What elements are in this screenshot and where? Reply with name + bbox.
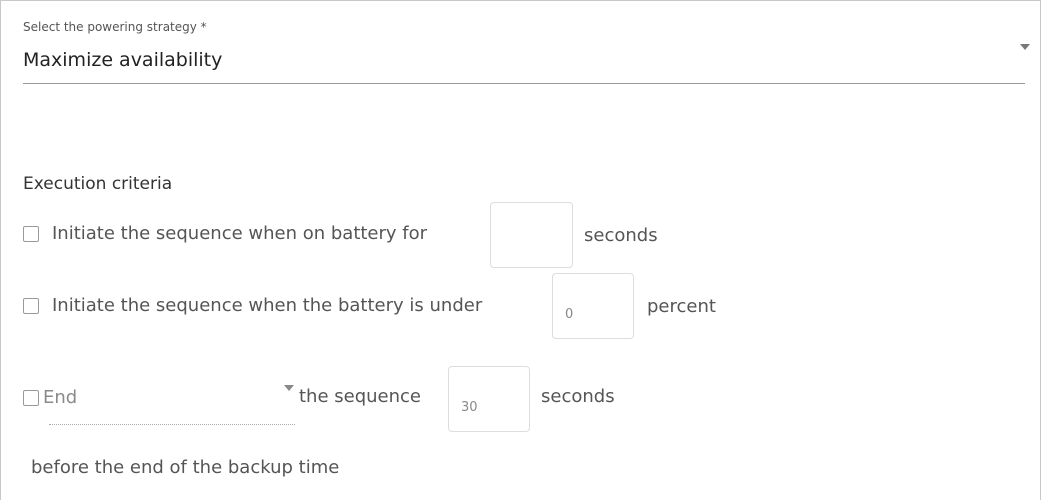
execution-criteria-title: Execution criteria xyxy=(23,174,173,194)
powering-strategy-value[interactable]: Maximize availability xyxy=(23,49,222,71)
end-sequence-trailing-text: before the end of the backup time xyxy=(31,457,340,478)
battery-time-label: Initiate the sequence when on battery fo… xyxy=(52,223,428,244)
end-sequence-select-underline xyxy=(49,424,295,425)
battery-level-checkbox[interactable] xyxy=(23,297,39,314)
end-sequence-dropdown-arrow-icon[interactable] xyxy=(284,385,294,391)
end-sequence-input[interactable]: 30 xyxy=(448,366,530,432)
dropdown-arrow-icon[interactable] xyxy=(1020,44,1030,50)
battery-level-row: Initiate the sequence when the battery i… xyxy=(23,295,482,316)
select-underline xyxy=(23,83,1025,84)
battery-level-label: Initiate the sequence when the battery i… xyxy=(52,295,483,316)
battery-time-unit: seconds xyxy=(584,225,658,246)
end-sequence-unit: seconds xyxy=(541,386,615,407)
end-sequence-checkbox[interactable] xyxy=(23,389,39,406)
battery-time-checkbox[interactable] xyxy=(23,225,39,242)
end-sequence-select-value[interactable]: End xyxy=(43,387,77,408)
battery-level-unit: percent xyxy=(647,296,716,317)
powering-strategy-label: Select the powering strategy * xyxy=(23,20,207,34)
end-sequence-middle-text: the sequence xyxy=(299,386,422,407)
battery-level-input[interactable]: 0 xyxy=(552,273,634,339)
end-sequence-row: End xyxy=(23,387,77,408)
battery-time-row: Initiate the sequence when on battery fo… xyxy=(23,223,427,244)
battery-time-input[interactable] xyxy=(490,202,573,268)
powering-strategy-panel: Select the powering strategy * Maximize … xyxy=(0,0,1041,500)
